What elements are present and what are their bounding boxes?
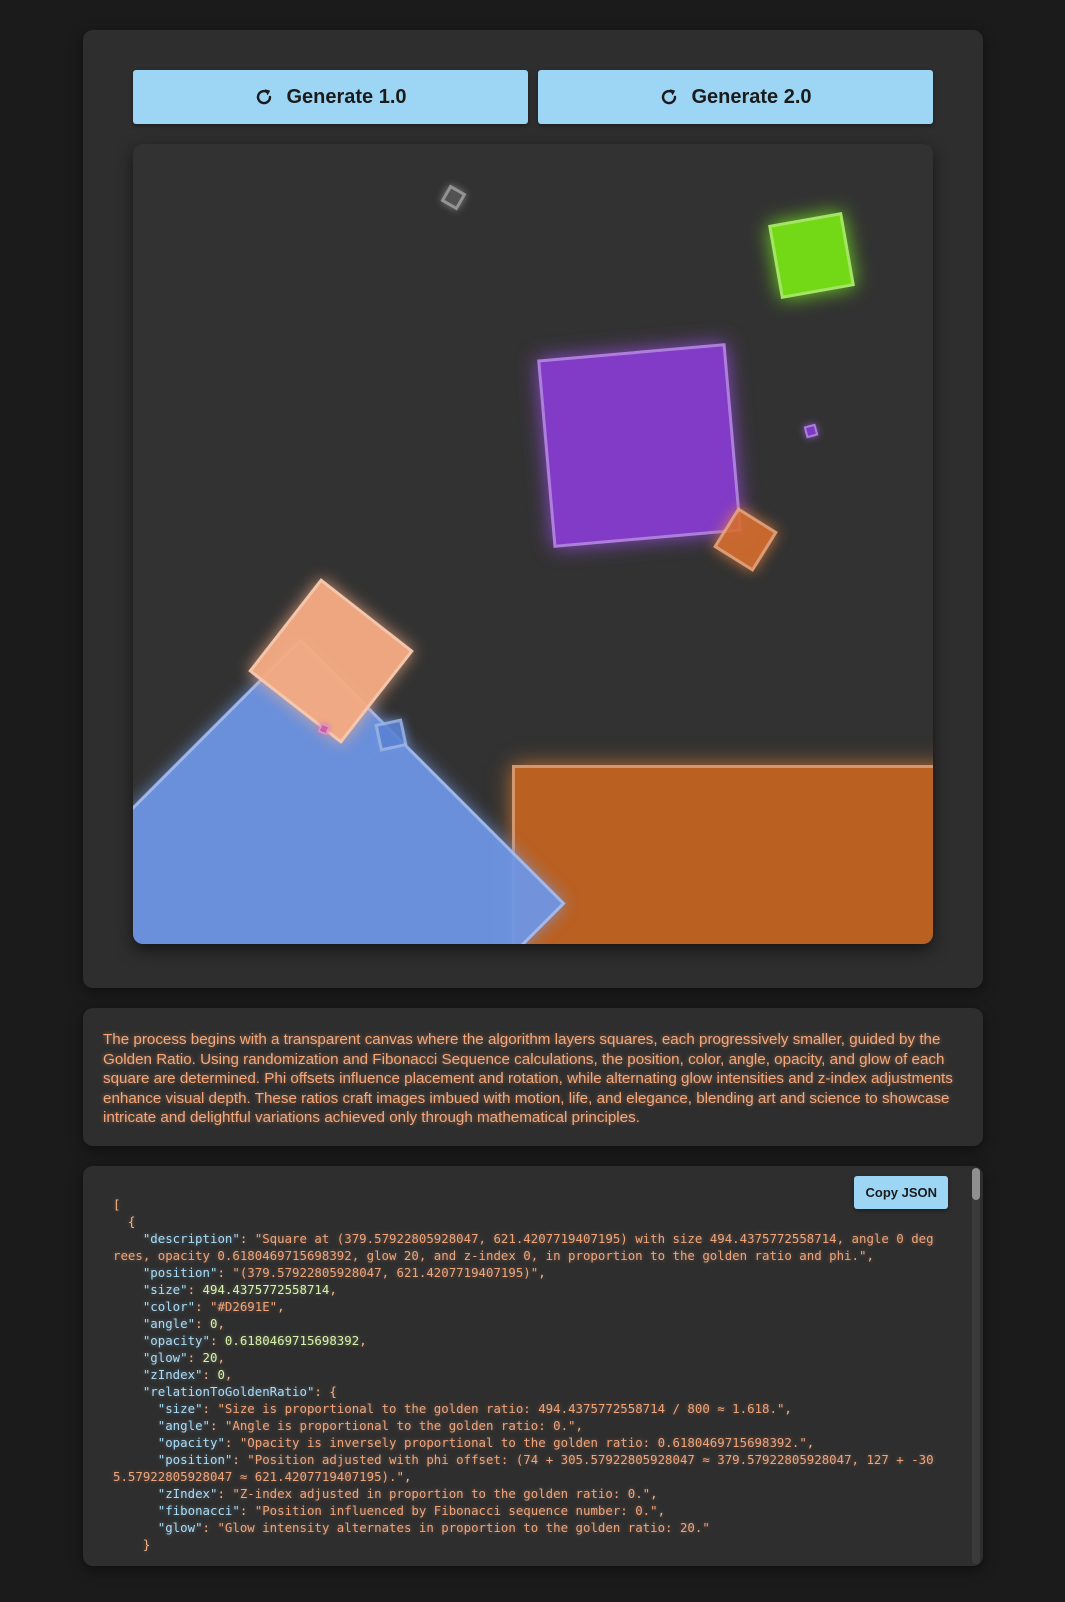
- json-value: "Angle is proportional to the golden rat…: [224, 1418, 576, 1433]
- square-purple: [537, 343, 742, 548]
- json-line: {: [127, 1214, 136, 1229]
- square-gray-tiny: [440, 184, 467, 211]
- square-purple-tiny: [803, 423, 819, 439]
- json-key: "opacity": [157, 1435, 225, 1450]
- json-value: "Size is proportional to the golden rati…: [217, 1401, 785, 1416]
- json-key: "zIndex": [157, 1486, 218, 1501]
- json-key: "angle": [142, 1316, 196, 1331]
- description-panel: The process begins with a transparent ca…: [83, 1008, 983, 1146]
- refresh-icon: [659, 87, 679, 107]
- generate-2-label: Generate 2.0: [691, 85, 812, 108]
- json-key: "glow": [142, 1350, 188, 1365]
- square-orange-large: [512, 765, 933, 944]
- refresh-icon: [254, 87, 274, 107]
- json-key: "size": [142, 1282, 188, 1297]
- json-key: "size": [157, 1401, 203, 1416]
- json-key: "position": [142, 1265, 218, 1280]
- json-key: "glow": [157, 1520, 203, 1535]
- json-value: 0.6180469715698392: [224, 1333, 360, 1348]
- json-key: "position": [157, 1452, 233, 1467]
- json-line: [: [113, 1197, 121, 1212]
- generate-1-button[interactable]: Generate 1.0: [133, 70, 528, 124]
- generate-2-button[interactable]: Generate 2.0: [538, 70, 933, 124]
- json-key: "color": [142, 1299, 196, 1314]
- json-scrollbar[interactable]: [972, 1168, 980, 1564]
- description-text: The process begins with a transparent ca…: [103, 1031, 953, 1126]
- json-key: "relationToGoldenRatio": [142, 1384, 315, 1399]
- json-value: 0: [217, 1367, 225, 1382]
- json-key: "fibonacci": [157, 1503, 240, 1518]
- json-value: "Z-index adjusted in proportion to the g…: [232, 1486, 651, 1501]
- generate-1-label: Generate 1.0: [286, 85, 407, 108]
- json-key: "description": [142, 1231, 240, 1246]
- square-blue-small: [374, 718, 408, 752]
- json-scrollbar-thumb[interactable]: [972, 1168, 980, 1200]
- json-value: "Opacity is inversely proportional to th…: [239, 1435, 807, 1450]
- json-key: "zIndex": [142, 1367, 203, 1382]
- square-green: [768, 212, 855, 299]
- json-panel: Copy JSON [ { "description": "Square at …: [83, 1166, 983, 1566]
- json-value: 20: [202, 1350, 218, 1365]
- art-canvas: [133, 144, 933, 944]
- json-value: "Position influenced by Fibonacci sequen…: [254, 1503, 658, 1518]
- json-value: 494.4375772558714: [202, 1282, 330, 1297]
- json-line: }: [142, 1537, 151, 1552]
- json-key: "opacity": [142, 1333, 210, 1348]
- json-value: "Glow intensity alternates in proportion…: [217, 1520, 710, 1535]
- generator-panel: Generate 1.0 Generate 2.0: [83, 30, 983, 988]
- copy-json-button[interactable]: Copy JSON: [854, 1176, 948, 1209]
- json-key: "angle": [157, 1418, 210, 1433]
- json-value: "(379.57922805928047, 621.4207719407195)…: [232, 1265, 539, 1280]
- json-output: [ { "description": "Square at (379.57922…: [113, 1197, 934, 1552]
- json-value: "#D2691E": [209, 1299, 278, 1314]
